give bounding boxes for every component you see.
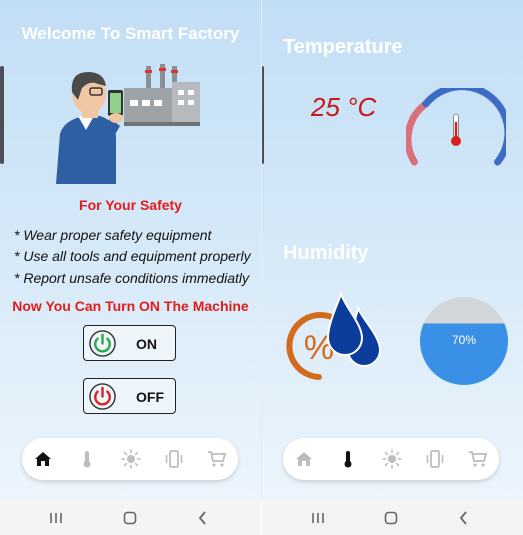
vibration-icon[interactable] [164, 449, 184, 469]
bottom-nav-bar [22, 438, 238, 480]
right-screen: Temperature 25 °C Humidity % 70% [262, 0, 523, 500]
safety-title: For Your Safety [79, 197, 182, 213]
vibration-icon[interactable] [425, 449, 445, 469]
power-on-icon [89, 330, 116, 357]
system-nav-bar [262, 500, 523, 535]
off-button-label: OFF [136, 389, 164, 405]
bottom-nav-bar [283, 438, 499, 480]
home-icon[interactable] [294, 449, 314, 469]
home-button-icon[interactable] [382, 509, 400, 527]
factory-worker-illustration [56, 64, 200, 184]
left-screen: Welcome To Smart Factory For Your Safety… [0, 0, 261, 500]
humidity-level-indicator: 70% [420, 297, 508, 385]
thermometer-icon[interactable] [338, 449, 358, 469]
humidity-heading: Humidity [283, 242, 369, 264]
recent-apps-icon[interactable] [47, 509, 65, 527]
back-icon[interactable] [194, 509, 212, 527]
sun-icon[interactable] [121, 449, 141, 469]
side-edge-indicator [0, 66, 4, 164]
cart-icon[interactable] [207, 449, 227, 469]
off-button[interactable]: OFF [83, 378, 176, 414]
safety-rule: * Report unsafe conditions immediatly [14, 270, 250, 286]
cart-icon[interactable] [468, 449, 488, 469]
on-button-label: ON [136, 336, 157, 352]
side-edge-indicator [262, 66, 264, 164]
on-button[interactable]: ON [83, 325, 176, 361]
thermometer-icon [451, 113, 461, 146]
power-off-icon [89, 383, 116, 410]
turn-on-instruction: Now You Can Turn ON The Machine [12, 298, 249, 314]
system-nav-bar [0, 500, 261, 535]
home-icon[interactable] [33, 449, 53, 469]
home-button-icon[interactable] [121, 509, 139, 527]
temperature-gauge [406, 88, 506, 166]
back-icon[interactable] [455, 509, 473, 527]
welcome-title: Welcome To Smart Factory [21, 24, 240, 43]
safety-rule: * Wear proper safety equipment [14, 227, 212, 243]
humidity-icon: % [286, 292, 382, 380]
sun-icon[interactable] [382, 449, 402, 469]
thermometer-icon[interactable] [77, 449, 97, 469]
humidity-percent: 70% [451, 333, 477, 347]
safety-rule: * Use all tools and equipment properly [14, 248, 251, 264]
recent-apps-icon[interactable] [309, 509, 327, 527]
temperature-value: 25 °C [311, 92, 377, 122]
temperature-heading: Temperature [283, 36, 403, 58]
